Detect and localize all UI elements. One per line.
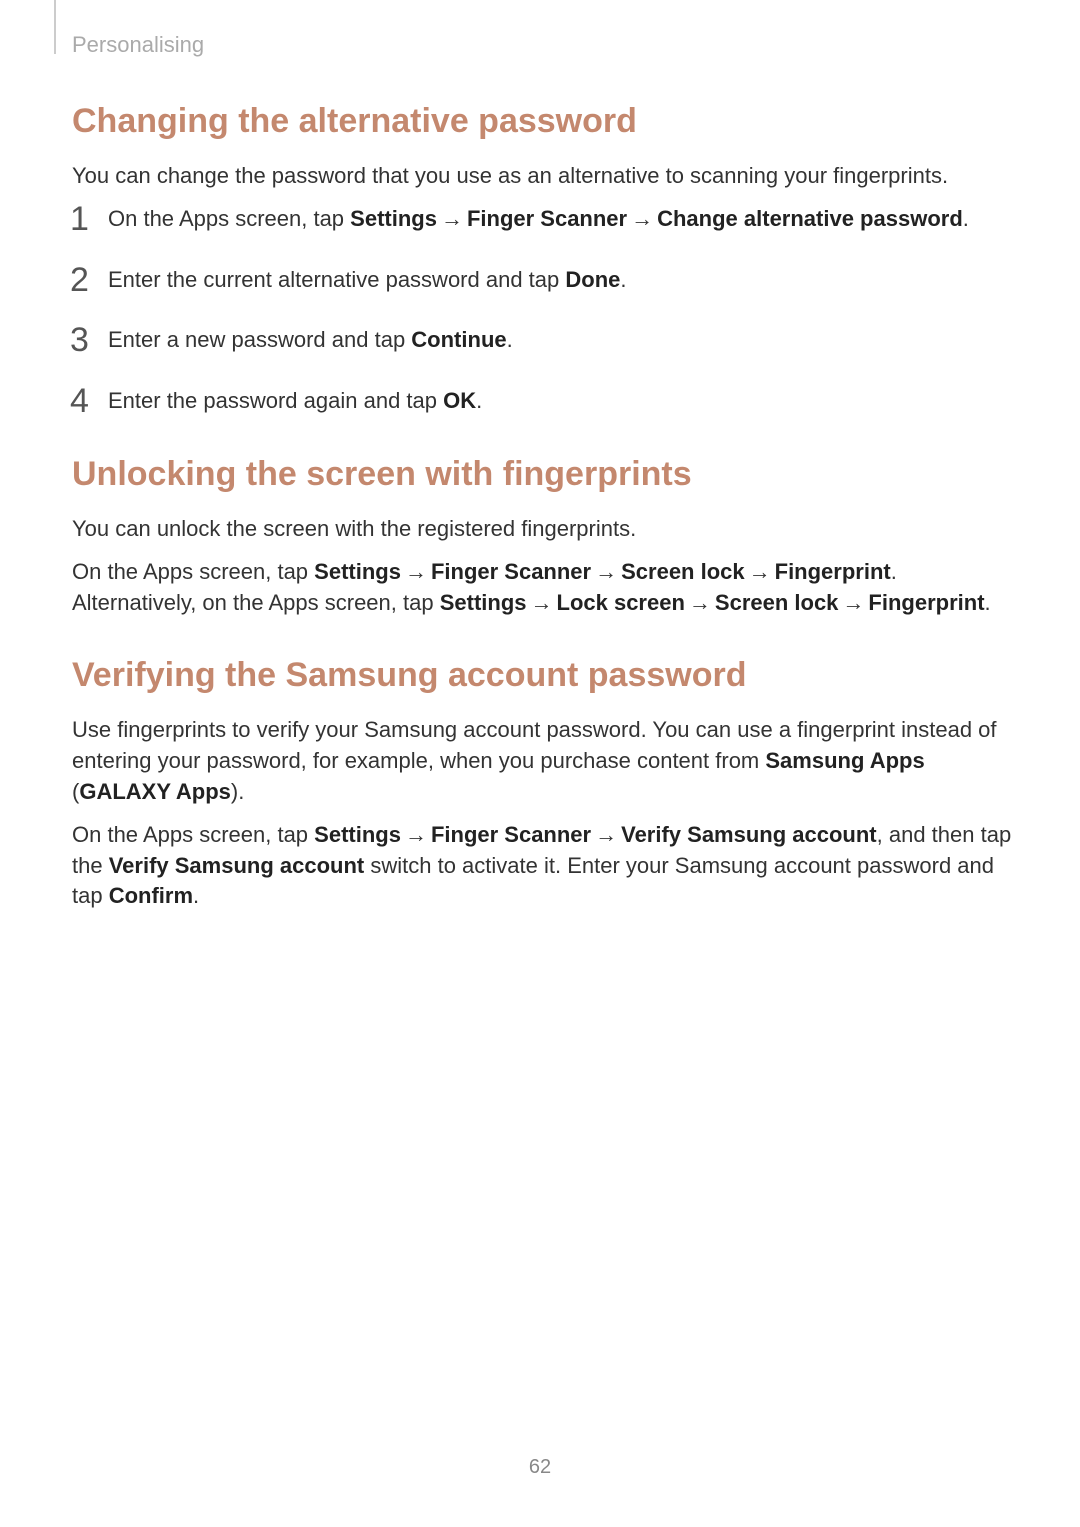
page-content: Changing the alternative password You ca…	[72, 102, 1012, 924]
section-heading-change-password: Changing the alternative password	[72, 102, 1012, 141]
step-3: Enter a new password and tap Continue.	[72, 325, 1012, 356]
path-bold: Screen lock	[715, 590, 839, 615]
step-text: Enter a new password and tap	[108, 327, 411, 352]
path-bold: Finger Scanner	[431, 559, 591, 584]
section3-para1: Use fingerprints to verify your Samsung …	[72, 715, 1012, 807]
page-number: 62	[0, 1456, 1080, 1479]
step-text: .	[507, 327, 513, 352]
path-bold: Continue	[411, 327, 506, 352]
step-text: .	[476, 388, 482, 413]
breadcrumb: Personalising	[72, 32, 204, 58]
arrow-icon: →	[838, 588, 868, 619]
bold-text: Verify Samsung account	[109, 853, 365, 878]
arrow-icon: →	[401, 820, 431, 851]
arrow-icon: →	[627, 204, 657, 235]
body-text: .	[193, 883, 199, 908]
arrow-icon: →	[685, 588, 715, 619]
path-bold: OK	[443, 388, 476, 413]
step-4: Enter the password again and tap OK.	[72, 386, 1012, 417]
section3-para2: On the Apps screen, tap Settings→Finger …	[72, 820, 1012, 912]
section-heading-verify-samsung: Verifying the Samsung account password	[72, 656, 1012, 695]
step-text: On the Apps screen, tap	[108, 206, 350, 231]
step-text: Enter the password again and tap	[108, 388, 443, 413]
path-bold: Lock screen	[557, 590, 685, 615]
bold-text: Samsung Apps	[765, 748, 924, 773]
arrow-icon: →	[591, 557, 621, 588]
path-bold: Settings	[440, 590, 527, 615]
section-heading-unlock-fingerprints: Unlocking the screen with fingerprints	[72, 455, 1012, 494]
path-bold: Fingerprint	[775, 559, 891, 584]
header-divider	[54, 0, 56, 54]
bold-text: Confirm	[109, 883, 193, 908]
path-bold: Change alternative password	[657, 206, 963, 231]
arrow-icon: →	[437, 204, 467, 235]
step-text: .	[963, 206, 969, 231]
arrow-icon: →	[591, 820, 621, 851]
path-bold: Settings	[314, 559, 401, 584]
body-text: On the Apps screen, tap	[72, 822, 314, 847]
section2-intro: You can unlock the screen with the regis…	[72, 514, 1012, 545]
path-bold: Screen lock	[621, 559, 745, 584]
step-text: .	[620, 267, 626, 292]
path-bold: Finger Scanner	[431, 822, 591, 847]
bold-text: GALAXY Apps	[79, 779, 231, 804]
body-text: ).	[231, 779, 244, 804]
step-2: Enter the current alternative password a…	[72, 265, 1012, 296]
section2-path: On the Apps screen, tap Settings→Finger …	[72, 557, 1012, 619]
path-bold: Finger Scanner	[467, 206, 627, 231]
step-1: On the Apps screen, tap Settings→Finger …	[72, 204, 1012, 235]
body-text: On the Apps screen, tap	[72, 559, 314, 584]
arrow-icon: →	[527, 588, 557, 619]
section1-intro: You can change the password that you use…	[72, 161, 1012, 192]
arrow-icon: →	[401, 557, 431, 588]
path-bold: Settings	[314, 822, 401, 847]
step-text: Enter the current alternative password a…	[108, 267, 565, 292]
body-text: .	[985, 590, 991, 615]
path-bold: Settings	[350, 206, 437, 231]
arrow-icon: →	[745, 557, 775, 588]
path-bold: Verify Samsung account	[621, 822, 877, 847]
section1-steps: On the Apps screen, tap Settings→Finger …	[72, 204, 1012, 417]
path-bold: Fingerprint	[868, 590, 984, 615]
path-bold: Done	[565, 267, 620, 292]
